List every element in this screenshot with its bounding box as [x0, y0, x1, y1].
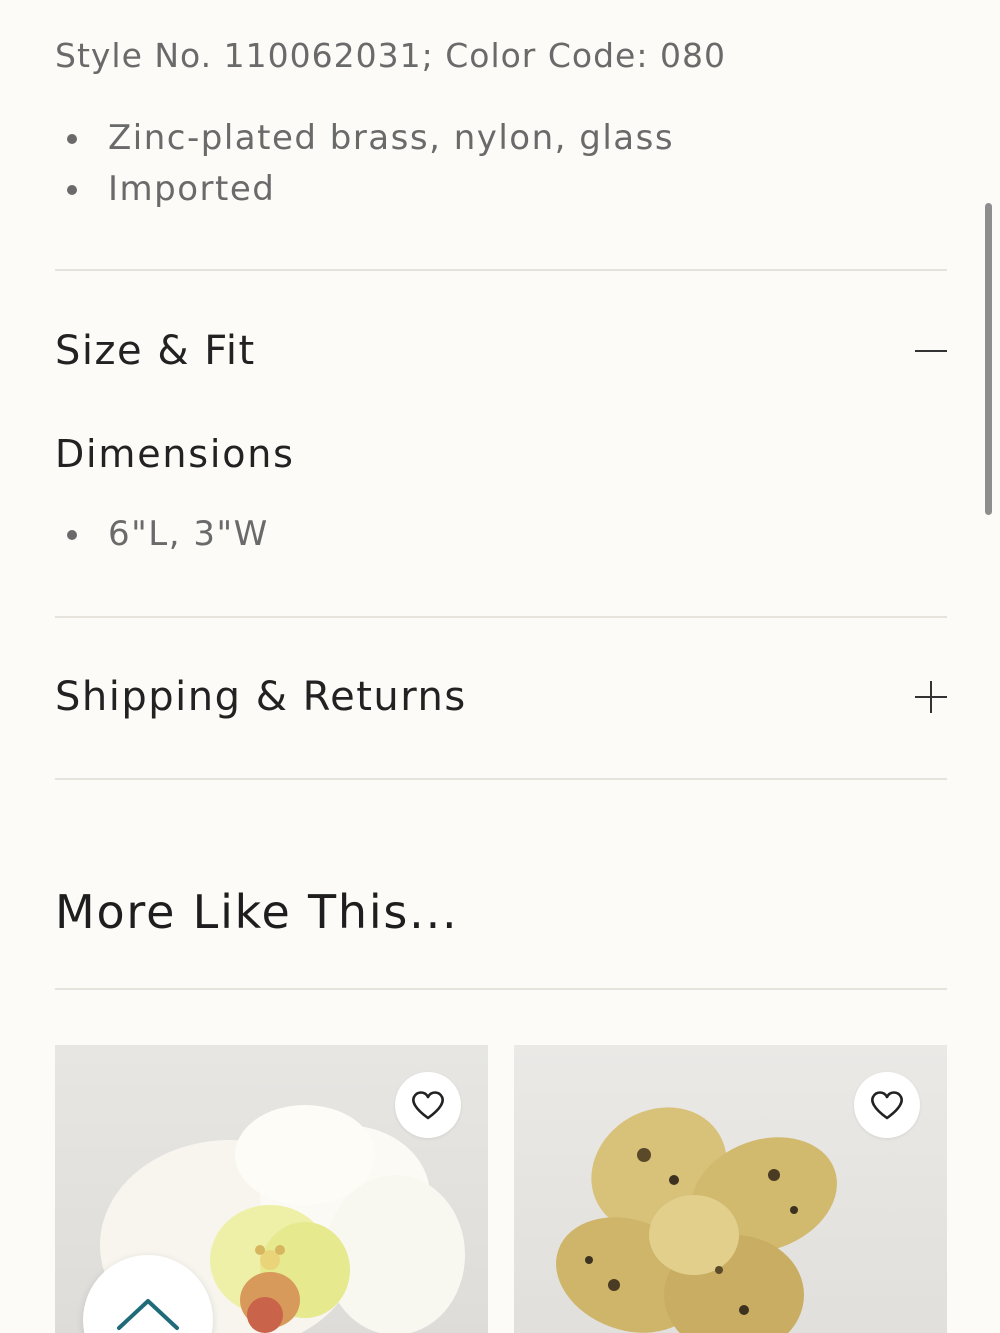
size-fit-header[interactable]: Size & Fit — [55, 321, 947, 381]
plus-icon[interactable] — [915, 681, 947, 713]
size-fit-title: Size & Fit — [55, 328, 256, 374]
dimensions-heading: Dimensions — [55, 432, 295, 476]
favorite-button[interactable] — [854, 1072, 920, 1138]
product-card[interactable] — [514, 1045, 947, 1333]
divider — [55, 269, 947, 271]
divider — [55, 616, 947, 618]
heart-icon — [412, 1091, 444, 1120]
shipping-returns-header[interactable]: Shipping & Returns — [55, 667, 947, 727]
chevron-up-icon — [117, 1299, 179, 1330]
style-number: Style No. 110062031; Color Code: 080 — [55, 36, 726, 75]
minus-icon[interactable] — [915, 335, 947, 367]
product-page: Style No. 110062031; Color Code: 080 Zin… — [0, 0, 1000, 1333]
heart-icon — [871, 1091, 903, 1120]
shipping-returns-title: Shipping & Returns — [55, 674, 467, 720]
product-details-list: Zinc-plated brass, nylon, glass Imported — [55, 113, 674, 215]
favorite-button[interactable] — [395, 1072, 461, 1138]
dimensions-list: 6"L, 3"W — [55, 509, 269, 560]
scrollbar[interactable] — [985, 203, 992, 515]
divider — [55, 988, 947, 990]
divider — [55, 778, 947, 780]
list-item: Zinc-plated brass, nylon, glass — [55, 113, 674, 164]
list-item: Imported — [55, 164, 674, 215]
list-item: 6"L, 3"W — [55, 509, 269, 560]
more-like-this-title: More Like This... — [55, 885, 459, 939]
